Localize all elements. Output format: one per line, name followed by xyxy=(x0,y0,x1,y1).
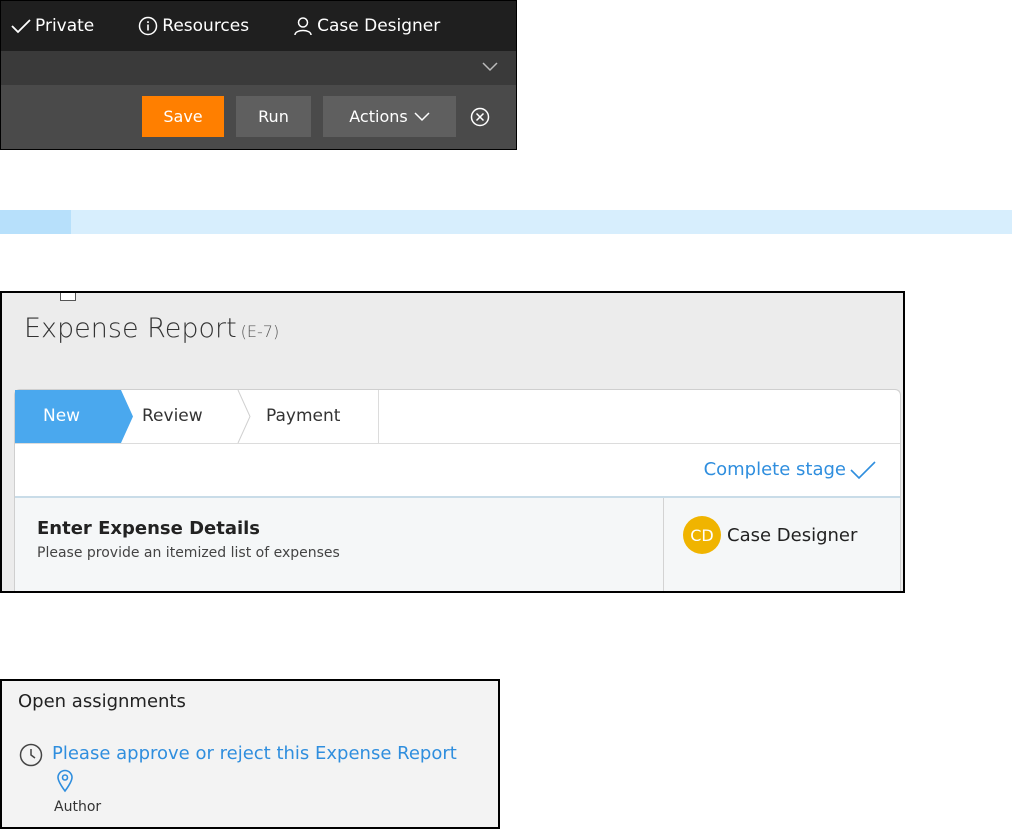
divider xyxy=(663,498,664,591)
stage-new-label: New xyxy=(43,406,81,426)
assignment-title: Enter Expense Details xyxy=(37,518,261,539)
case-panel: Expense Report (E-7) New Review Payment C… xyxy=(0,291,905,593)
stage-payment-label: Payment xyxy=(266,406,341,426)
stage-payment[interactable]: Payment xyxy=(254,390,379,443)
avatar: CD xyxy=(683,516,721,554)
open-assignments-title: Open assignments xyxy=(18,691,186,712)
assignment-description: Please provide an itemized list of expen… xyxy=(37,545,340,561)
case-designer-label: Case Designer xyxy=(317,16,441,36)
complete-stage-link[interactable]: Complete stage xyxy=(704,459,876,480)
checkmark-icon xyxy=(11,19,31,34)
stage-review-label: Review xyxy=(142,406,203,426)
page-title: Expense Report (E-7) xyxy=(24,313,279,344)
user-icon xyxy=(294,17,312,36)
case-designer-button[interactable]: Case Designer xyxy=(293,16,440,36)
run-button[interactable]: Run xyxy=(236,96,311,137)
progress-bar xyxy=(0,210,1012,234)
stage-chevron-bar: New Review Payment xyxy=(15,390,900,444)
assignment-info: Enter Expense Details Please provide an … xyxy=(37,518,340,561)
stage-review[interactable]: Review xyxy=(133,390,254,443)
clock-icon xyxy=(19,743,43,767)
location-pin-icon xyxy=(57,769,73,793)
info-icon xyxy=(139,16,158,36)
checkmark-icon xyxy=(850,460,876,479)
chevron-down-icon[interactable] xyxy=(482,62,498,72)
case-title-text: Expense Report xyxy=(24,313,237,344)
private-label: Private xyxy=(35,16,95,36)
open-assignments-panel: Open assignments Please approve or rejec… xyxy=(0,679,500,829)
app-toolbar: Private Resources Case Designer Save Run… xyxy=(0,0,517,150)
case-card: New Review Payment Complete stage Enter … xyxy=(14,389,901,591)
complete-stage-label: Complete stage xyxy=(703,459,846,480)
progress-bar-fill xyxy=(0,210,71,234)
toolbar-top-row: Private Resources Case Designer xyxy=(1,1,516,51)
chevron-down-icon xyxy=(414,111,430,121)
panel-tab-stub xyxy=(60,293,76,301)
assignment-role: Author xyxy=(54,799,102,815)
case-id: (E-7) xyxy=(240,322,280,341)
toolbar-action-row: Save Run Actions xyxy=(1,85,516,149)
assignment-row[interactable]: Enter Expense Details Please provide an … xyxy=(15,498,900,591)
private-toggle[interactable]: Private xyxy=(11,16,94,36)
complete-stage-row: Complete stage xyxy=(15,444,900,498)
assignment-link[interactable]: Please approve or reject this Expense Re… xyxy=(52,743,457,764)
assignee: CD Case Designer xyxy=(683,516,857,554)
resources-button[interactable]: Resources xyxy=(138,16,249,36)
actions-button[interactable]: Actions xyxy=(323,96,456,137)
save-button[interactable]: Save xyxy=(142,96,224,137)
stage-new[interactable]: New xyxy=(15,390,133,443)
assignee-name: Case Designer xyxy=(727,524,858,546)
toolbar-collapse-row xyxy=(1,51,516,85)
resources-label: Resources xyxy=(162,16,250,36)
close-icon[interactable] xyxy=(470,107,490,127)
actions-label: Actions xyxy=(349,107,408,126)
